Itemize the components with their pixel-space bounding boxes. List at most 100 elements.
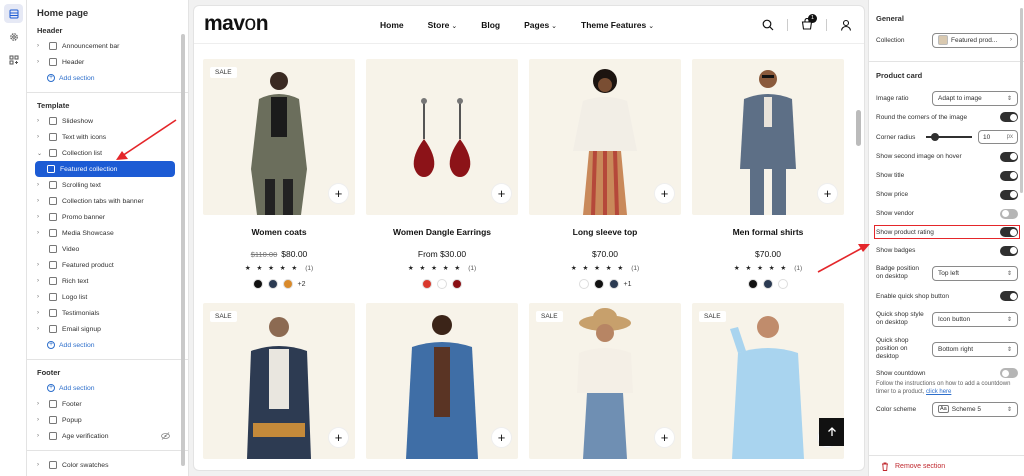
quick-add-button[interactable]: +: [491, 183, 512, 204]
search-icon[interactable]: [762, 19, 774, 31]
section-collection-list[interactable]: ⌄ Collection list: [27, 145, 188, 161]
chevron-right-icon[interactable]: ›: [37, 214, 45, 220]
color-swatch[interactable]: [282, 279, 293, 289]
nav-store[interactable]: Store ⌄: [428, 20, 458, 30]
color-swatch[interactable]: [578, 279, 589, 289]
color-swatch[interactable]: [608, 279, 619, 289]
badge-position-select[interactable]: Top left ⇕: [932, 265, 1018, 281]
chevron-right-icon[interactable]: ›: [37, 433, 45, 439]
section-text-with-icons[interactable]: › Text with icons: [27, 129, 188, 145]
second-image-toggle[interactable]: [1000, 151, 1018, 162]
section-header[interactable]: › Header: [27, 54, 188, 70]
show-price-toggle[interactable]: [1000, 189, 1018, 200]
chevron-right-icon[interactable]: ›: [37, 417, 45, 423]
product-image[interactable]: SALE +: [203, 59, 355, 215]
color-swatch[interactable]: [748, 279, 758, 289]
preview-scrollbar[interactable]: [856, 110, 861, 146]
theme-settings-rail-button[interactable]: [4, 27, 23, 46]
section-color-swatches[interactable]: › Color swatches: [27, 457, 188, 473]
chevron-down-icon[interactable]: ⌄: [37, 150, 45, 157]
quick-add-button[interactable]: +: [491, 427, 512, 448]
color-swatch[interactable]: [593, 279, 604, 289]
product-card[interactable]: + Men formal shirts $70.00 ★ ★ ★ ★ ★ (1): [692, 59, 844, 289]
section-footer[interactable]: › Footer: [27, 396, 188, 412]
chevron-right-icon[interactable]: ›: [37, 278, 45, 284]
show-badges-toggle[interactable]: [1000, 245, 1018, 256]
product-title[interactable]: Long sleeve top: [529, 227, 681, 237]
slider-handle[interactable]: [931, 133, 939, 141]
nav-home[interactable]: Home: [380, 20, 404, 30]
remove-section-button[interactable]: Remove section: [869, 455, 1024, 476]
section-scrolling-text[interactable]: › Scrolling text: [27, 177, 188, 193]
section-logo-list[interactable]: › Logo list: [27, 289, 188, 305]
show-rating-toggle[interactable]: [1000, 227, 1018, 237]
color-swatch[interactable]: [422, 279, 432, 289]
chevron-right-icon[interactable]: ›: [37, 401, 45, 407]
section-media-showcase[interactable]: › Media Showcase: [27, 225, 188, 241]
chevron-right-icon[interactable]: ›: [37, 43, 45, 49]
add-section-button[interactable]: + Add section: [27, 70, 188, 86]
product-image[interactable]: +: [692, 59, 844, 215]
collection-picker[interactable]: Featured prod... ›: [932, 32, 1018, 48]
chevron-right-icon[interactable]: ›: [37, 326, 45, 332]
add-section-button[interactable]: + Add section: [27, 337, 188, 353]
click-here-link[interactable]: click here: [926, 389, 951, 395]
product-image[interactable]: +: [529, 59, 681, 215]
add-section-button[interactable]: + Add section: [27, 380, 188, 396]
nav-blog[interactable]: Blog: [481, 20, 500, 30]
chevron-right-icon[interactable]: ›: [37, 118, 45, 124]
quick-add-button[interactable]: +: [328, 183, 349, 204]
nav-pages[interactable]: Pages ⌄: [524, 20, 557, 30]
quick-shop-toggle[interactable]: [1000, 291, 1018, 301]
section-featured-product[interactable]: › Featured product: [27, 257, 188, 273]
product-title[interactable]: Women coats: [203, 227, 355, 237]
chevron-right-icon[interactable]: ›: [37, 462, 45, 468]
section-slideshow[interactable]: › Slideshow: [27, 113, 188, 129]
chevron-right-icon[interactable]: ›: [37, 262, 45, 268]
sidebar-scrollbar[interactable]: [181, 34, 185, 466]
section-collection-tabs[interactable]: › Collection tabs with banner: [27, 193, 188, 209]
product-title[interactable]: Men formal shirts: [692, 227, 844, 237]
color-swatch[interactable]: [252, 279, 263, 289]
scroll-to-top-button[interactable]: [819, 418, 844, 446]
color-swatch[interactable]: [778, 279, 788, 289]
corner-radius-slider[interactable]: [926, 133, 972, 141]
section-testimonials[interactable]: › Testimonials: [27, 305, 188, 321]
color-swatch[interactable]: [437, 279, 447, 289]
more-swatches[interactable]: +1: [624, 281, 632, 288]
chevron-right-icon[interactable]: ›: [37, 182, 45, 188]
section-email-signup[interactable]: › Email signup: [27, 321, 188, 337]
color-swatch[interactable]: [267, 279, 278, 289]
section-announcement-bar[interactable]: › Announcement bar: [27, 38, 188, 54]
chevron-right-icon[interactable]: ›: [37, 134, 45, 140]
quick-add-button[interactable]: +: [328, 427, 349, 448]
app-embeds-rail-button[interactable]: [4, 50, 23, 69]
sections-rail-button[interactable]: [4, 4, 23, 23]
quick-add-button[interactable]: +: [654, 183, 675, 204]
cart-button[interactable]: 1: [801, 14, 817, 32]
show-vendor-toggle[interactable]: [1000, 208, 1018, 219]
eye-hidden-icon[interactable]: [161, 432, 170, 440]
color-swatch[interactable]: [452, 279, 462, 289]
chevron-right-icon[interactable]: ›: [37, 59, 45, 65]
chevron-right-icon[interactable]: ›: [37, 198, 45, 204]
section-popup[interactable]: › Popup: [27, 412, 188, 428]
quick-add-button[interactable]: +: [654, 427, 675, 448]
product-card[interactable]: SALE +: [529, 303, 681, 459]
section-video[interactable]: Video: [27, 241, 188, 257]
product-title[interactable]: Women Dangle Earrings: [366, 227, 518, 237]
quick-shop-style-select[interactable]: Icon button ⇕: [932, 311, 1018, 327]
quick-add-button[interactable]: +: [817, 183, 838, 204]
section-promo-banner[interactable]: › Promo banner: [27, 209, 188, 225]
account-icon[interactable]: [840, 19, 852, 31]
product-image[interactable]: SALE +: [203, 303, 355, 459]
chevron-right-icon[interactable]: ›: [37, 230, 45, 236]
product-image[interactable]: SALE +: [529, 303, 681, 459]
color-scheme-select[interactable]: Aa Scheme 5 ⇕: [932, 401, 1018, 417]
section-featured-collection[interactable]: Featured collection: [35, 161, 175, 177]
product-card[interactable]: +: [366, 303, 518, 459]
color-swatch[interactable]: [763, 279, 773, 289]
chevron-right-icon[interactable]: ›: [37, 310, 45, 316]
nav-theme-features[interactable]: Theme Features ⌄: [581, 20, 654, 30]
store-logo[interactable]: mavon: [204, 12, 269, 36]
